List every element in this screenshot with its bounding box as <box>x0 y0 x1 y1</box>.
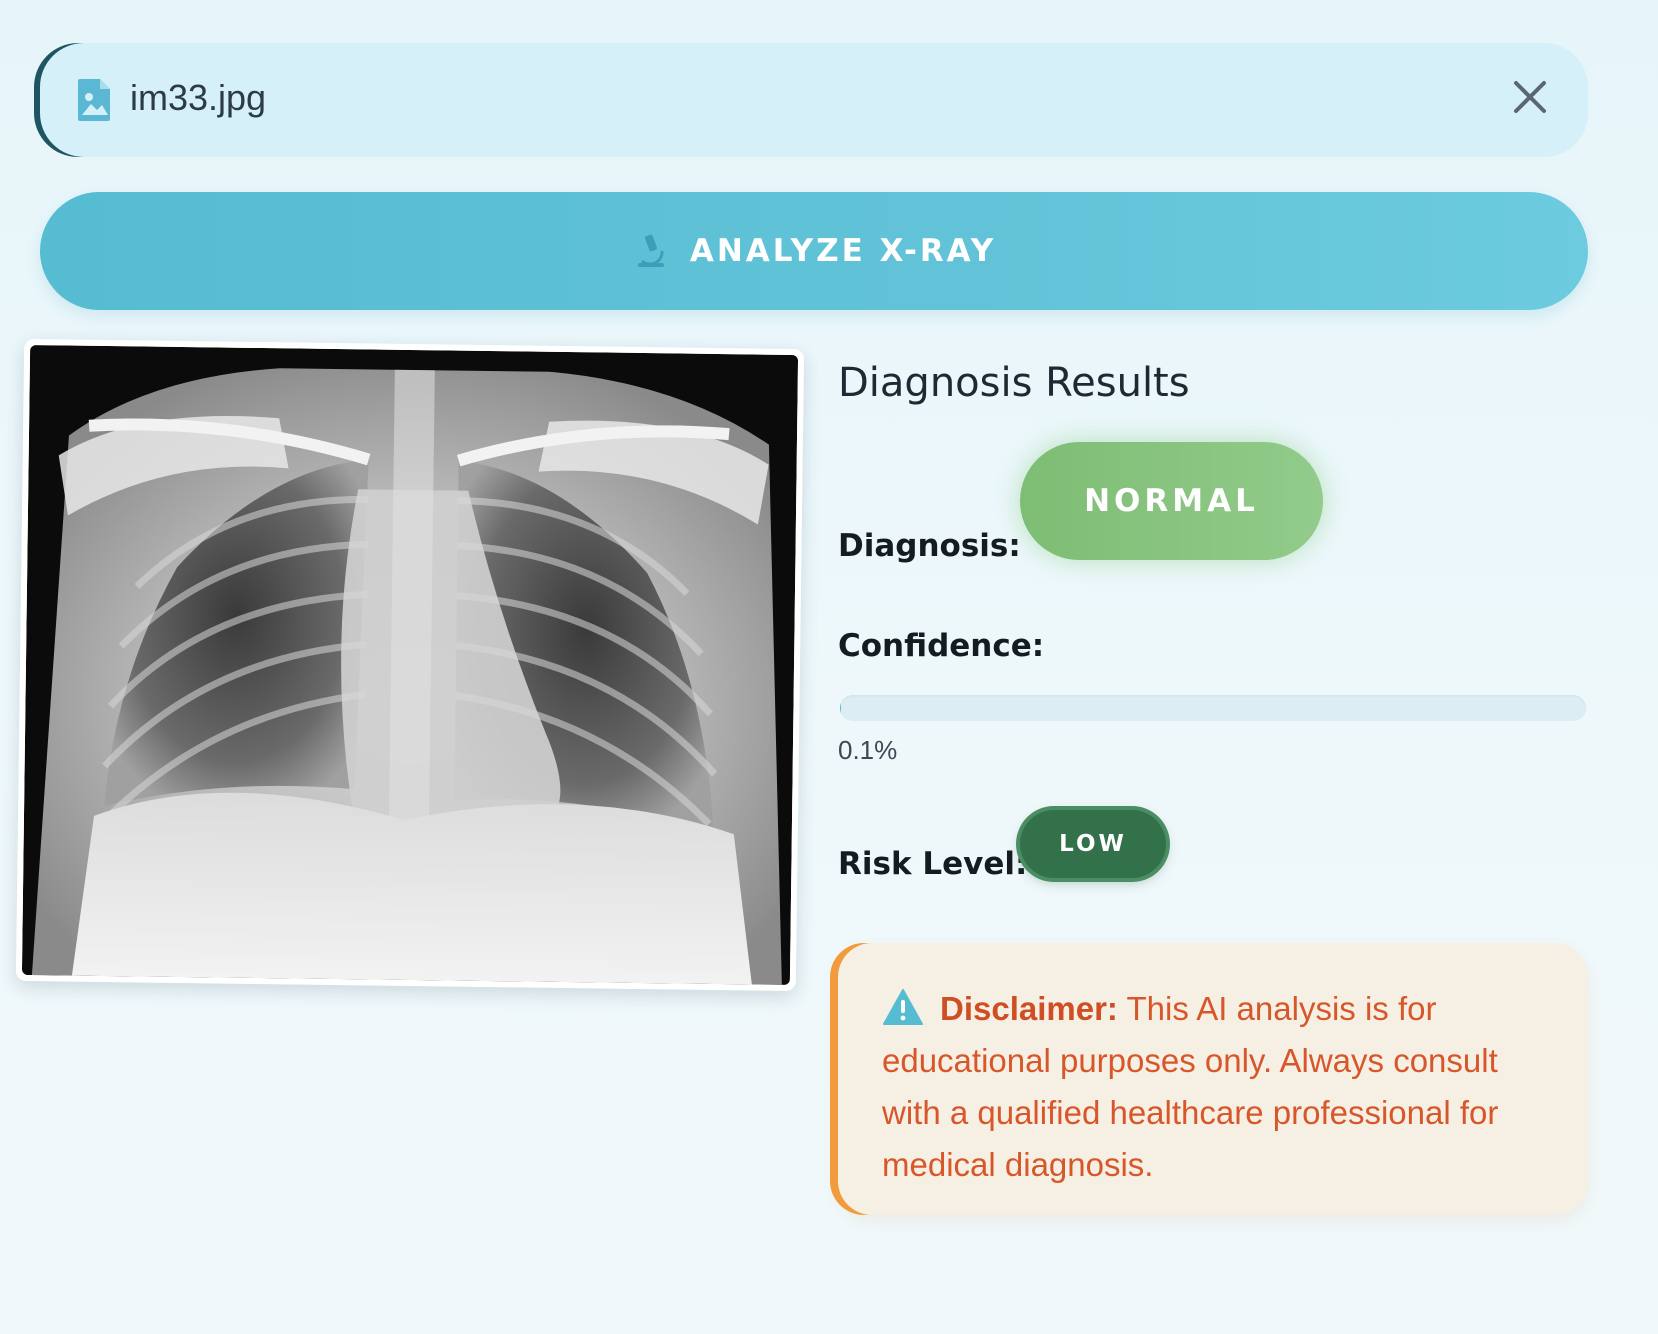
image-file-icon <box>78 79 110 121</box>
confidence-bar <box>840 695 1586 721</box>
analyze-button-label: ANALYZE X-RAY <box>689 233 997 269</box>
file-bar: im33.jpg <box>40 43 1588 157</box>
analyze-xray-button[interactable]: ANALYZE X-RAY <box>40 192 1588 310</box>
diagnosis-label: Diagnosis: <box>838 528 1021 564</box>
disclaimer-title: Disclaimer: <box>940 990 1118 1027</box>
chest-xray-image <box>21 345 799 985</box>
xray-image <box>15 338 805 992</box>
risk-level-badge: LOW <box>1020 810 1166 878</box>
results-title: Diagnosis Results <box>838 360 1190 406</box>
microscope-icon <box>637 234 664 267</box>
risk-level-label: Risk Level: <box>838 846 1028 882</box>
confidence-value: 0.1% <box>838 735 898 765</box>
confidence-label: Confidence: <box>838 628 1045 664</box>
diagnosis-badge: NORMAL <box>1020 442 1323 560</box>
close-icon[interactable] <box>1508 75 1552 119</box>
warning-icon <box>883 989 923 1025</box>
disclaimer-box: Disclaimer: This AI analysis is for educ… <box>838 943 1588 1215</box>
confidence-bar-fill <box>840 695 841 721</box>
file-name: im33.jpg <box>130 77 267 118</box>
